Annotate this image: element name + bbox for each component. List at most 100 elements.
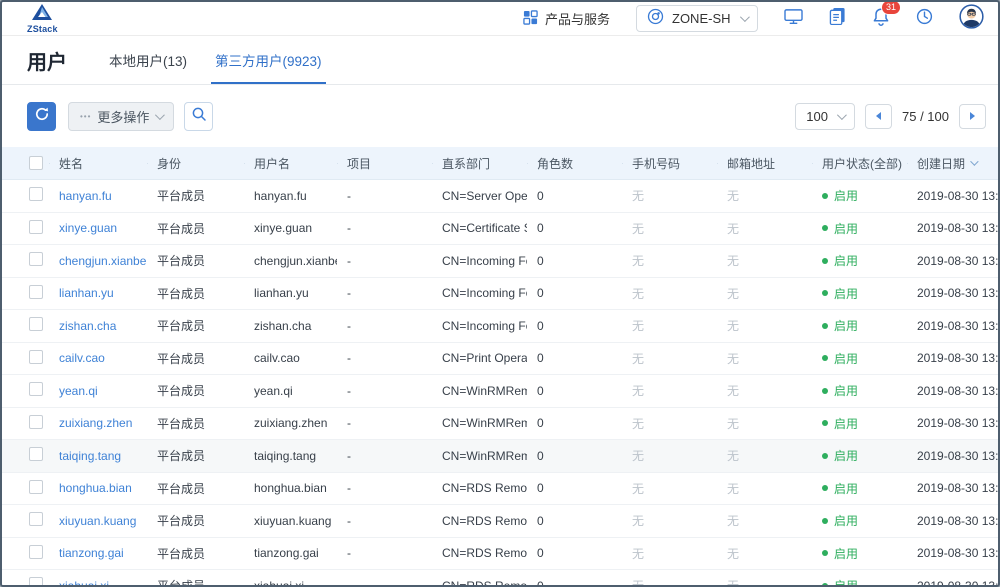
table-row[interactable]: zuixiang.zhen平台成员zuixiang.zhen-CN=WinRMR… [2, 408, 998, 441]
table-row[interactable]: taiqing.tang平台成员taiqing.tang-CN=WinRMRem… [2, 440, 998, 473]
user-name-link[interactable]: zuixiang.zhen [59, 416, 132, 430]
status-dot-icon [822, 193, 828, 199]
user-name-link[interactable]: zishan.cha [59, 319, 116, 333]
status-dot-icon [822, 323, 828, 329]
table-row[interactable]: honghua.bian平台成员honghua.bian-CN=RDS Remo… [2, 473, 998, 506]
row-checkbox[interactable] [29, 577, 43, 587]
col-header-created[interactable]: 创建日期 [907, 155, 1000, 172]
created-cell: 2019-08-30 13:3... [907, 579, 1000, 587]
identity-cell: 平台成员 [147, 187, 244, 204]
col-header-identity[interactable]: 身份 [147, 155, 244, 172]
tab-local-users[interactable]: 本地用户(13) [109, 36, 187, 84]
zstack-logo[interactable]: ZStack [27, 4, 58, 34]
table-row[interactable]: xinye.guan平台成员xinye.guan-CN=Certificate … [2, 213, 998, 246]
col-header-status[interactable]: 用户状态(全部) [812, 155, 907, 172]
next-arrow-icon [970, 112, 975, 120]
products-services-menu[interactable]: 产品与服务 [523, 9, 610, 28]
tab-third-party-users[interactable]: 第三方用户(9923) [215, 36, 322, 84]
identity-cell: 平台成员 [147, 350, 244, 367]
row-checkbox[interactable] [29, 382, 43, 396]
table-row[interactable]: tianzong.gai平台成员tianzong.gai-CN=RDS Remo… [2, 538, 998, 571]
operation-log-button[interactable] [829, 7, 846, 30]
tab-local-users-label: 本地用户(13) [109, 50, 187, 70]
table-row[interactable]: lianhan.yu平台成员lianhan.yu-CN=Incoming Fo.… [2, 278, 998, 311]
page-size-value: 100 [806, 109, 828, 124]
row-checkbox-cell [2, 252, 49, 269]
select-all-checkbox[interactable] [29, 156, 43, 170]
phone-cell: 无 [622, 382, 717, 399]
user-name-link[interactable]: cailv.cao [59, 351, 105, 365]
row-checkbox[interactable] [29, 220, 43, 234]
history-button[interactable] [916, 8, 933, 30]
user-name-link[interactable]: taiqing.tang [59, 449, 121, 463]
sort-icon[interactable] [970, 157, 978, 165]
user-name-link[interactable]: honghua.bian [59, 481, 132, 495]
department-cell: CN=Certificate S... [432, 221, 527, 235]
col-header-phone[interactable]: 手机号码 [622, 155, 717, 172]
row-checkbox[interactable] [29, 415, 43, 429]
status-cell: 启用 [812, 187, 907, 204]
next-page-button[interactable] [959, 104, 986, 129]
col-header-project[interactable]: 项目 [337, 155, 432, 172]
username-cell: zuixiang.zhen [244, 416, 337, 430]
status-label: 启用 [834, 415, 858, 432]
roles-cell: 0 [527, 579, 622, 587]
col-header-department[interactable]: 直系部门 [432, 155, 527, 172]
row-checkbox[interactable] [29, 252, 43, 266]
status-label: 启用 [834, 447, 858, 464]
row-checkbox[interactable] [29, 480, 43, 494]
user-name-link[interactable]: yean.qi [59, 384, 98, 398]
table-row[interactable]: yean.qi平台成员yean.qi-CN=WinRMRem...0无无启用20… [2, 375, 998, 408]
header-checkbox-cell [2, 156, 49, 170]
table-row[interactable]: xiuyuan.kuang平台成员xiuyuan.kuang-CN=RDS Re… [2, 505, 998, 538]
page-size-select[interactable]: 100 [795, 103, 855, 130]
project-cell: - [337, 286, 432, 300]
row-checkbox-cell [2, 480, 49, 497]
avatar-icon [959, 4, 984, 34]
user-avatar[interactable] [959, 4, 984, 34]
email-cell: 无 [717, 187, 812, 204]
search-button[interactable] [184, 102, 213, 131]
user-name-link[interactable]: tianzong.gai [59, 546, 124, 560]
user-name-link[interactable]: xiahuai.xi [59, 579, 109, 587]
zone-selector[interactable]: ZONE-SH [636, 5, 758, 32]
row-checkbox[interactable] [29, 317, 43, 331]
created-cell: 2019-08-30 13:3... [907, 384, 1000, 398]
table-row[interactable]: chengjun.xianbei平台成员chengjun.xianbei-CN=… [2, 245, 998, 278]
more-actions-label: 更多操作 [97, 107, 149, 126]
email-cell: 无 [717, 252, 812, 269]
col-header-name[interactable]: 姓名 [49, 155, 147, 172]
refresh-button[interactable] [27, 102, 56, 131]
user-name-link[interactable]: xinye.guan [59, 221, 117, 235]
table-row[interactable]: xiahuai.xi平台成员xiahuai.xi-CN=RDS Remot...… [2, 570, 998, 587]
prev-page-button[interactable] [865, 104, 892, 129]
row-checkbox[interactable] [29, 285, 43, 299]
status-dot-icon [822, 583, 828, 587]
more-actions-button[interactable]: ••• 更多操作 [68, 102, 174, 131]
row-checkbox[interactable] [29, 187, 43, 201]
row-checkbox[interactable] [29, 350, 43, 364]
table-row[interactable]: hanyan.fu平台成员hanyan.fu-CN=Server Oper...… [2, 180, 998, 213]
user-name-link[interactable]: hanyan.fu [59, 189, 112, 203]
col-header-username[interactable]: 用户名 [244, 155, 337, 172]
phone-cell: 无 [622, 545, 717, 562]
project-cell: - [337, 579, 432, 587]
document-icon [829, 7, 846, 30]
notifications-button[interactable]: 31 [872, 7, 890, 31]
username-cell: hanyan.fu [244, 189, 337, 203]
row-checkbox[interactable] [29, 512, 43, 526]
col-header-email[interactable]: 邮箱地址 [717, 155, 812, 172]
row-checkbox[interactable] [29, 545, 43, 559]
console-button[interactable] [784, 8, 803, 30]
roles-cell: 0 [527, 254, 622, 268]
table-row[interactable]: cailv.cao平台成员cailv.cao-CN=Print Operat..… [2, 343, 998, 376]
table-row[interactable]: zishan.cha平台成员zishan.cha-CN=Incoming Fo.… [2, 310, 998, 343]
user-name-link[interactable]: chengjun.xianbei [59, 254, 147, 268]
col-header-roles[interactable]: 角色数 [527, 155, 622, 172]
status-cell: 启用 [812, 317, 907, 334]
department-cell: CN=RDS Remot... [432, 481, 527, 495]
user-name-link[interactable]: lianhan.yu [59, 286, 114, 300]
row-checkbox[interactable] [29, 447, 43, 461]
user-name-link[interactable]: xiuyuan.kuang [59, 514, 136, 528]
created-cell: 2019-08-30 13:3... [907, 449, 1000, 463]
